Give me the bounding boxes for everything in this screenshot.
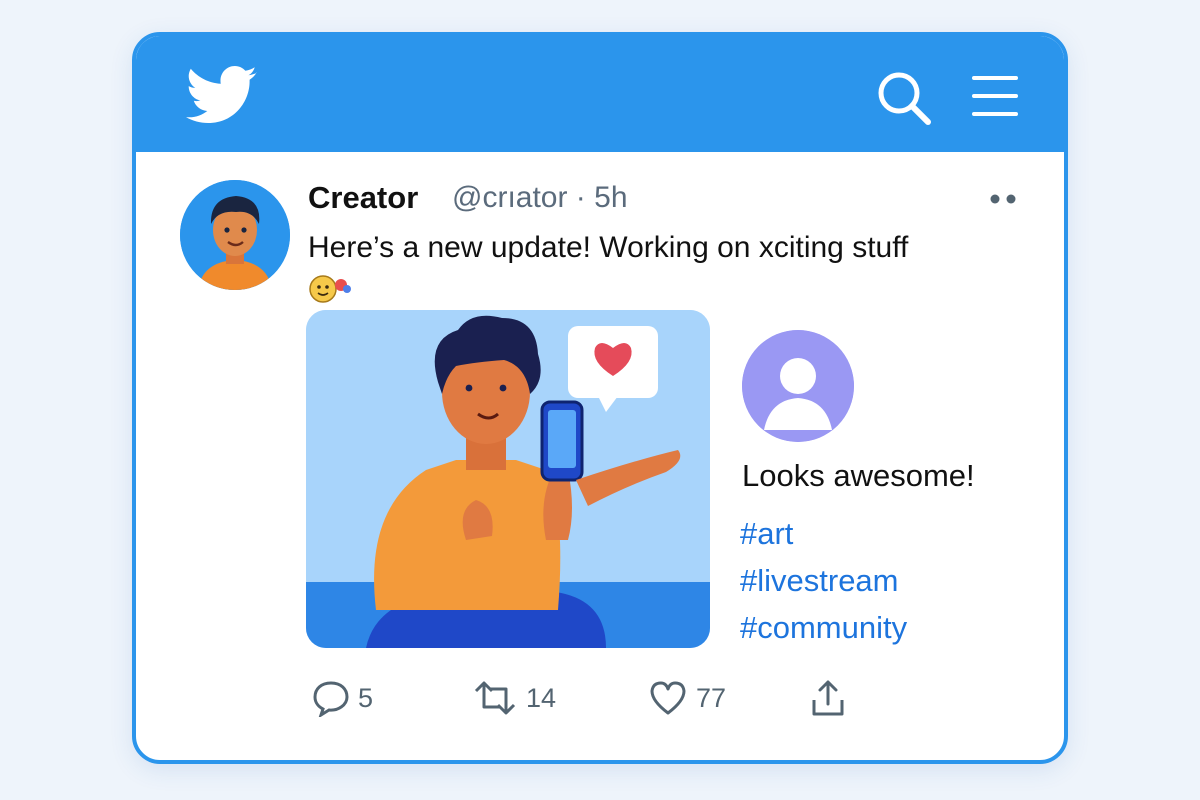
author-name[interactable]: Creator <box>308 180 418 216</box>
tweet-card: Creator @crıator · 5h Here’s a new updat… <box>132 32 1068 764</box>
like-button[interactable]: 77 <box>648 676 726 720</box>
reply-text: Looks awesome! <box>742 458 975 493</box>
hashtag-link[interactable]: #community <box>740 604 907 651</box>
bird-icon[interactable] <box>186 66 258 126</box>
more-options-icon[interactable] <box>988 193 1018 205</box>
reply-avatar[interactable] <box>742 330 854 442</box>
retweet-icon <box>474 681 516 715</box>
person-avatar-icon <box>180 180 290 290</box>
user-avatar-icon <box>742 330 854 442</box>
heart-icon <box>650 681 686 715</box>
hashtag-link[interactable]: #art <box>740 510 907 557</box>
person-with-phone-illustration <box>306 310 710 648</box>
like-count: 77 <box>696 682 727 713</box>
hamburger-menu-icon[interactable] <box>970 74 1020 118</box>
retweet-button[interactable]: 14 <box>472 676 556 720</box>
author-handle-timestamp: @crıator · 5h <box>452 181 628 214</box>
retweet-count: 14 <box>526 682 557 713</box>
emoji-icon <box>309 275 351 303</box>
reply-count: 5 <box>358 682 374 713</box>
hashtag-link[interactable]: #livestream <box>740 557 907 604</box>
top-app-bar <box>136 36 1064 152</box>
reply-icon <box>313 681 349 717</box>
share-icon <box>812 680 844 716</box>
hashtag-list: #art #livestream #community <box>740 510 907 651</box>
search-icon[interactable] <box>874 68 934 128</box>
reply-button[interactable]: 5 <box>312 676 373 720</box>
share-button[interactable] <box>810 676 846 720</box>
tweet-text: Here’s a new update! Working on xciting … <box>308 231 909 264</box>
author-avatar[interactable] <box>180 180 290 290</box>
tweet-media-image[interactable] <box>306 310 710 648</box>
